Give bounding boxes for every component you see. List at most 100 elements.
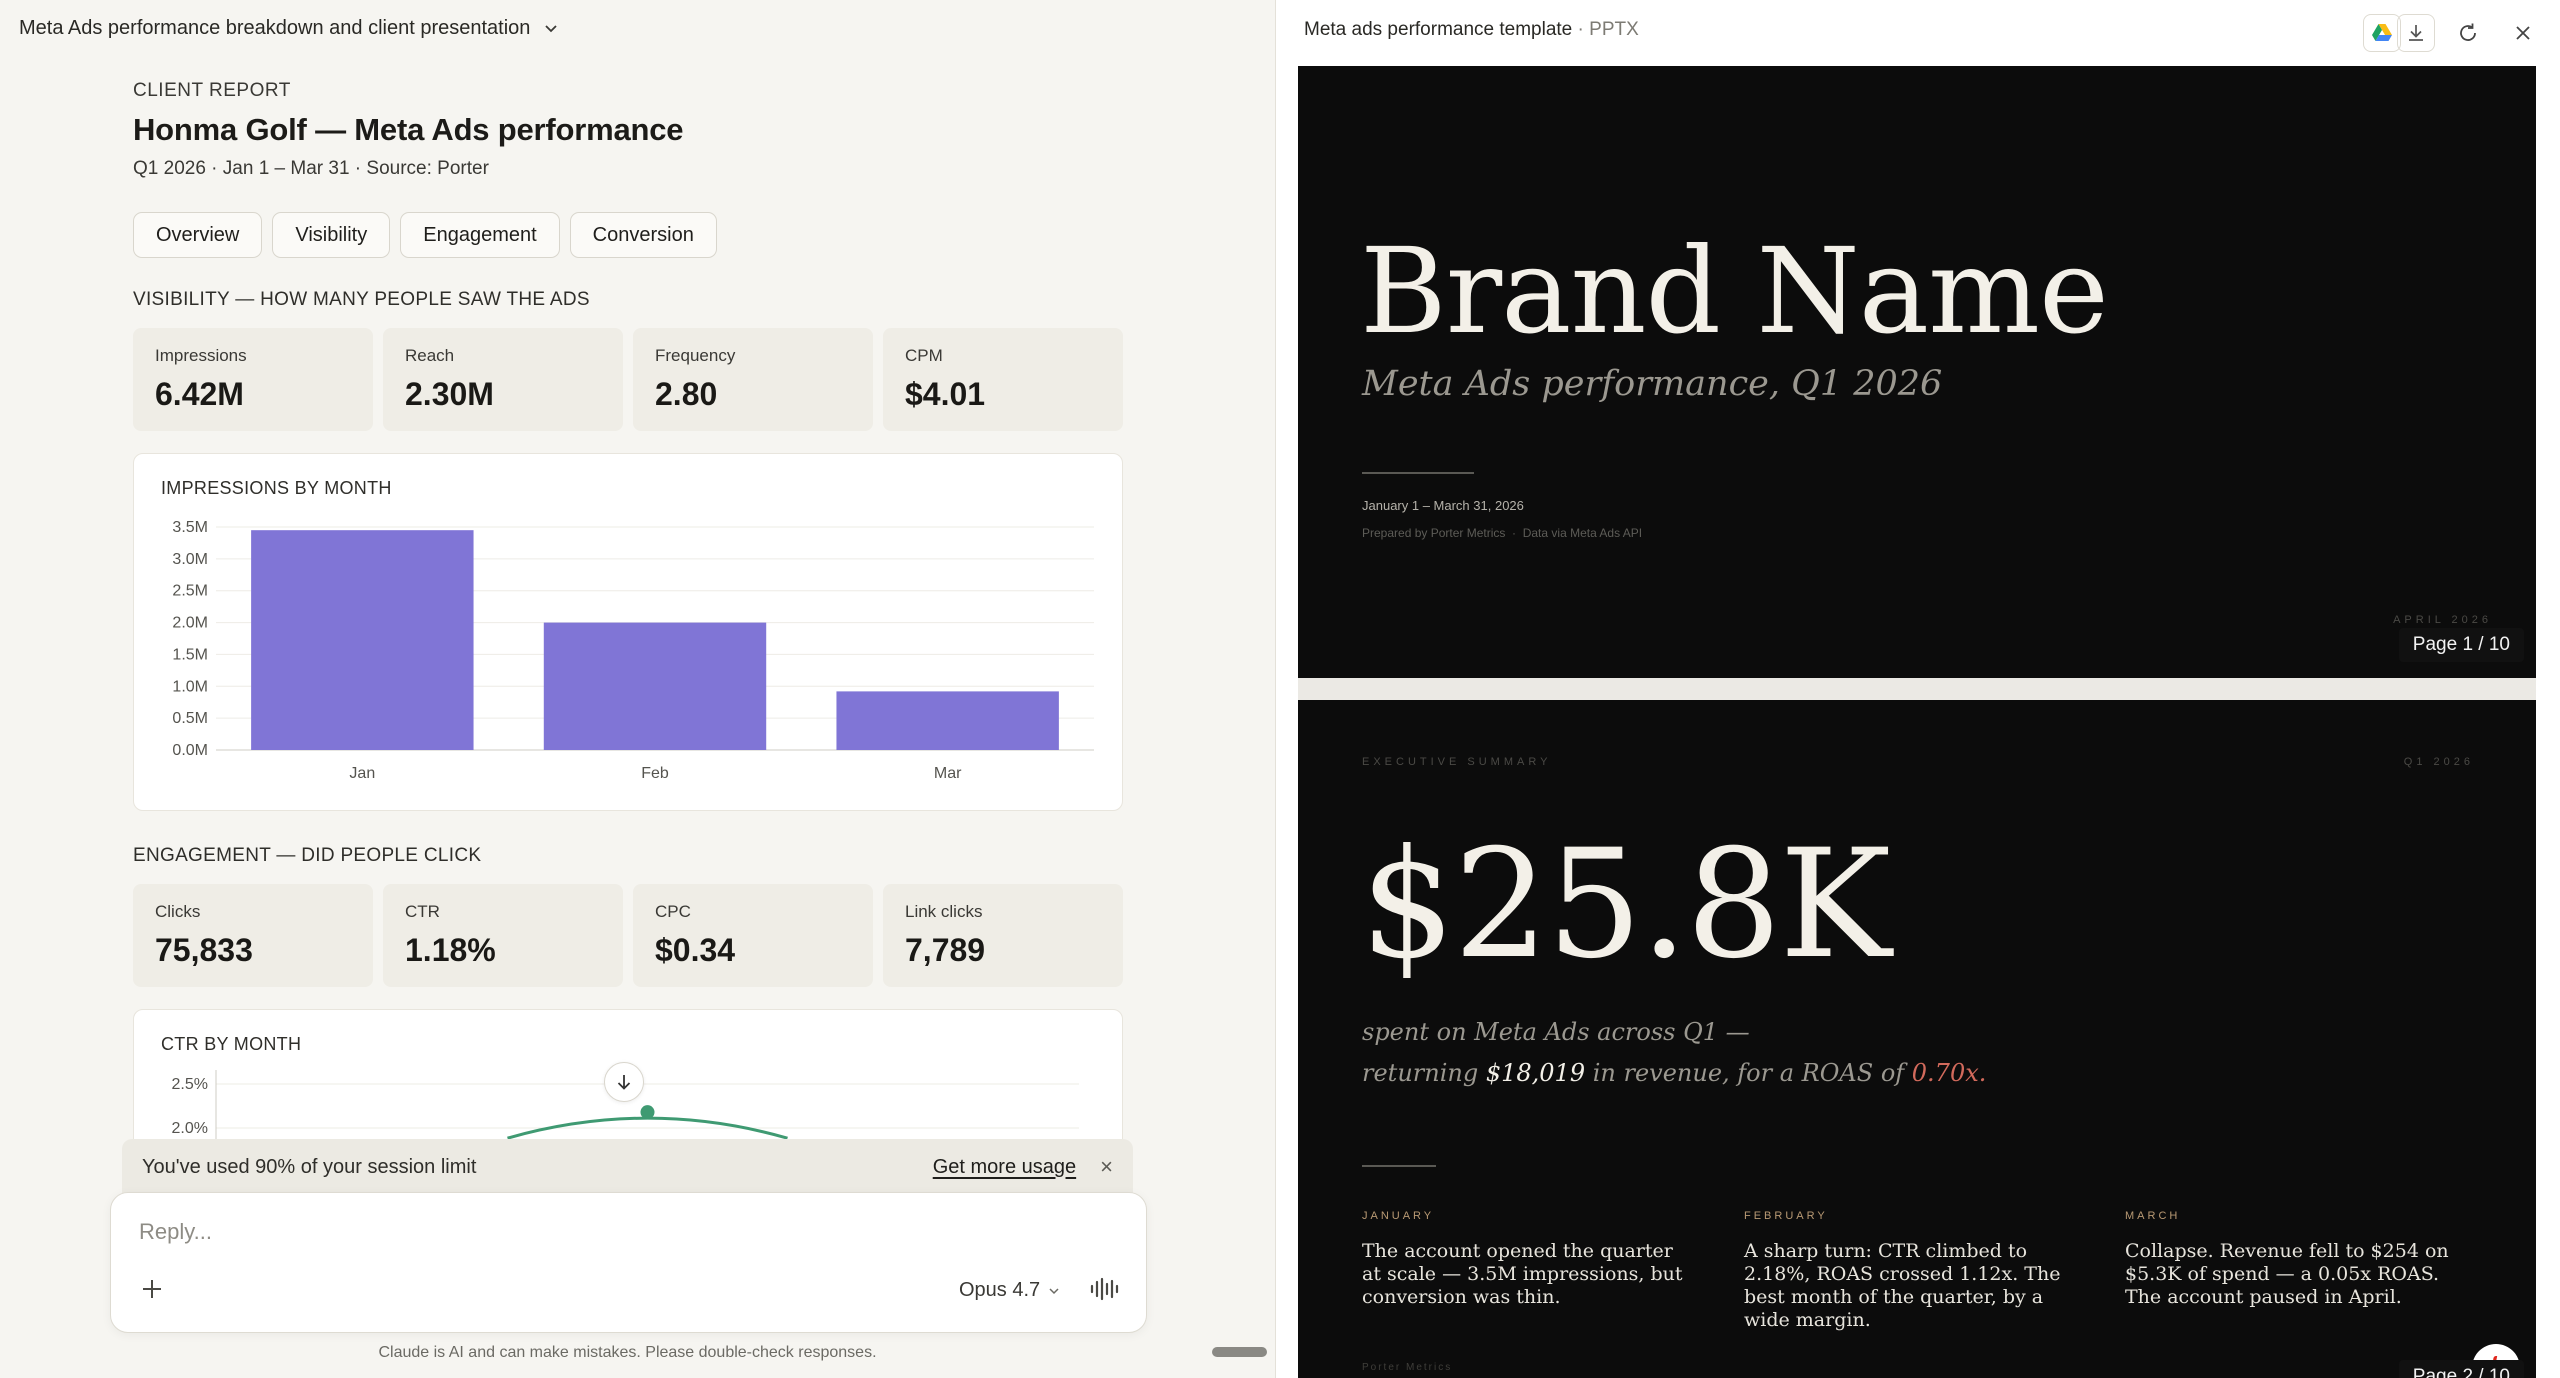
kpi-value: $4.01 <box>905 376 986 412</box>
close-icon <box>2516 26 2530 40</box>
report-tabs: Overview Visibility Engagement Conversio… <box>133 212 1123 258</box>
page-indicator: Page 1 / 10 <box>2398 628 2524 662</box>
save-to-drive-button[interactable] <box>2363 14 2401 52</box>
engagement-heading: ENGAGEMENT — DID PEOPLE CLICK <box>133 845 482 866</box>
slide-divider <box>1362 472 1474 474</box>
kpi-value: 6.42M <box>155 376 244 412</box>
client-report: CLIENT REPORT Honma Golf — Meta Ads perf… <box>133 80 1123 1210</box>
kpi-ctr: CTR 1.18% <box>383 884 623 987</box>
month-column-february: FEBRUARY A sharp turn: CTR climbed to 2.… <box>1744 1210 2084 1332</box>
pane-resize-handle[interactable] <box>1212 1347 1267 1357</box>
report-title: Honma Golf — Meta Ads performance <box>133 112 684 147</box>
download-button[interactable] <box>2397 14 2435 52</box>
reply-input[interactable] <box>139 1219 1039 1245</box>
line-2-prefix: returning <box>1362 1059 1486 1087</box>
month-column-january: JANUARY The account opened the quarter a… <box>1362 1210 1692 1309</box>
month-column-march: MARCH Collapse. Revenue fell to $254 on … <box>2125 1210 2475 1309</box>
y-tick-label: 3.0M <box>172 551 208 568</box>
kpi-cpc: CPC $0.34 <box>633 884 873 987</box>
slide-line-1: spent on Meta Ads across Q1 — <box>1362 1018 1750 1046</box>
slide-kicker: EXECUTIVE SUMMARY <box>1362 756 1552 768</box>
kpi-label: CPC <box>655 902 691 921</box>
kpi-cpm: CPM $4.01 <box>883 328 1123 431</box>
composer: Opus 4.7 <box>110 1192 1147 1333</box>
kpi-value: 2.80 <box>655 376 718 412</box>
slide-subtitle: Meta Ads performance, Q1 2026 <box>1362 364 1943 404</box>
kpi-reach: Reach 2.30M <box>383 328 623 431</box>
tab-conversion[interactable]: Conversion <box>569 212 717 258</box>
engagement-kpis: Clicks 75,833 CTR 1.18% CPC $0.34 Link c… <box>133 884 1123 987</box>
kpi-label: Link clicks <box>905 902 983 921</box>
kpi-label: Reach <box>405 346 455 365</box>
chevron-down-icon <box>1049 1287 1059 1294</box>
slide-2: EXECUTIVE SUMMARY Q1 2026 $25.8K spent o… <box>1298 700 2536 1378</box>
artifact-title: Meta ads performance template · PPTX <box>1304 19 1639 41</box>
kpi-impressions: Impressions 6.42M <box>133 328 373 431</box>
kpi-frequency: Frequency 2.80 <box>633 328 873 431</box>
conversation-title-menu[interactable]: Meta Ads performance breakdown and clien… <box>19 14 558 42</box>
report-eyebrow: CLIENT REPORT <box>133 80 291 101</box>
kpi-value: 1.18% <box>405 932 496 968</box>
y-tick-label: 1.5M <box>172 646 208 663</box>
data-point-feb <box>640 1105 655 1120</box>
tab-visibility[interactable]: Visibility <box>272 212 391 258</box>
arrow-down-icon <box>617 1075 631 1090</box>
ai-disclaimer: Claude is AI and can make mistakes. Plea… <box>378 1344 877 1361</box>
artifact-name: Meta ads performance template <box>1304 19 1573 40</box>
artifact-pane: Meta ads performance template · PPTX Bra… <box>1275 0 2560 1378</box>
month-label: JANUARY <box>1362 1210 1435 1222</box>
close-artifact-button[interactable] <box>2504 14 2542 52</box>
slide-viewer[interactable]: Brand Name Meta Ads performance, Q1 2026… <box>1298 66 2536 1378</box>
artifact-kind: · PPTX <box>1577 19 1639 40</box>
slide-brand-name: Brand Name <box>1360 222 2109 360</box>
slide-kicker-right: Q1 2026 <box>2403 756 2474 768</box>
slide-line-2: returning $18,019 in revenue, for a ROAS… <box>1362 1059 1986 1087</box>
refresh-icon <box>2460 23 2476 41</box>
month-text: The account opened the quarter at scale … <box>1362 1240 1683 1308</box>
add-attachment-button[interactable] <box>141 1273 163 1305</box>
visibility-kpis: Impressions 6.42M Reach 2.30M Frequency … <box>133 328 1123 431</box>
impressions-chart-card: IMPRESSIONS BY MONTH 0.0M 0.5M 1.0M 1.5M 2.0… <box>133 453 1123 811</box>
session-limit-text: You've used 90% of your session limit <box>142 1155 477 1178</box>
tab-overview[interactable]: Overview <box>133 212 263 258</box>
bar-jan <box>251 530 474 750</box>
voice-mode-button[interactable] <box>1089 1275 1121 1308</box>
scroll-to-bottom-button[interactable] <box>604 1062 644 1102</box>
kpi-label: Frequency <box>655 346 736 365</box>
tab-engagement[interactable]: Engagement <box>400 212 560 258</box>
month-label: FEBRUARY <box>1744 1210 1828 1222</box>
refresh-button[interactable] <box>2449 14 2487 52</box>
slide-big-number: $25.8K <box>1360 818 1891 992</box>
kpi-value: $0.34 <box>655 932 736 968</box>
kpi-label: Clicks <box>155 902 201 921</box>
revenue-value: $18,019 <box>1485 1059 1586 1087</box>
y-tick-label: 0.5M <box>172 710 208 727</box>
kpi-label: CPM <box>905 346 943 365</box>
month-label: MARCH <box>2125 1210 2181 1222</box>
roas-value: 0.70x. <box>1911 1059 1987 1087</box>
session-limit-banner: You've used 90% of your session limit Ge… <box>122 1139 1133 1195</box>
x-tick-label: Jan <box>349 765 375 782</box>
slide-corner-date: APRIL 2026 <box>2393 614 2492 626</box>
slide-divider <box>1362 1165 1436 1167</box>
line-2-middle: in revenue, for a ROAS of <box>1585 1059 1912 1087</box>
month-text: Collapse. Revenue fell to $254 on $5.3K … <box>2125 1240 2449 1308</box>
get-more-usage-link[interactable]: Get more usage <box>933 1156 1076 1179</box>
bar-mar <box>836 691 1059 750</box>
conversation-title: Meta Ads performance breakdown and clien… <box>19 16 531 39</box>
x-tick-label: Feb <box>641 765 669 782</box>
chat-pane: Meta Ads performance breakdown and clien… <box>0 0 1273 1378</box>
google-drive-icon <box>2372 24 2392 41</box>
y-tick-label: 0.0M <box>172 742 208 759</box>
close-banner-button[interactable]: × <box>1100 1154 1113 1180</box>
y-tick-label: 1.0M <box>172 678 208 695</box>
month-text: A sharp turn: CTR climbed to 2.18%, ROAS… <box>1744 1240 2061 1331</box>
audio-waveform-icon <box>1090 1277 1119 1301</box>
model-selector[interactable]: Opus 4.7 <box>959 1279 1060 1302</box>
y-tick-label: 2.0% <box>172 1120 208 1137</box>
kpi-value: 7,789 <box>905 932 986 968</box>
y-tick-label: 3.5M <box>172 519 208 536</box>
model-name: Opus 4.7 <box>959 1279 1041 1301</box>
slide-prepared-by: Prepared by Porter Metrics · Data via Me… <box>1362 526 1643 540</box>
kpi-clicks: Clicks 75,833 <box>133 884 373 987</box>
